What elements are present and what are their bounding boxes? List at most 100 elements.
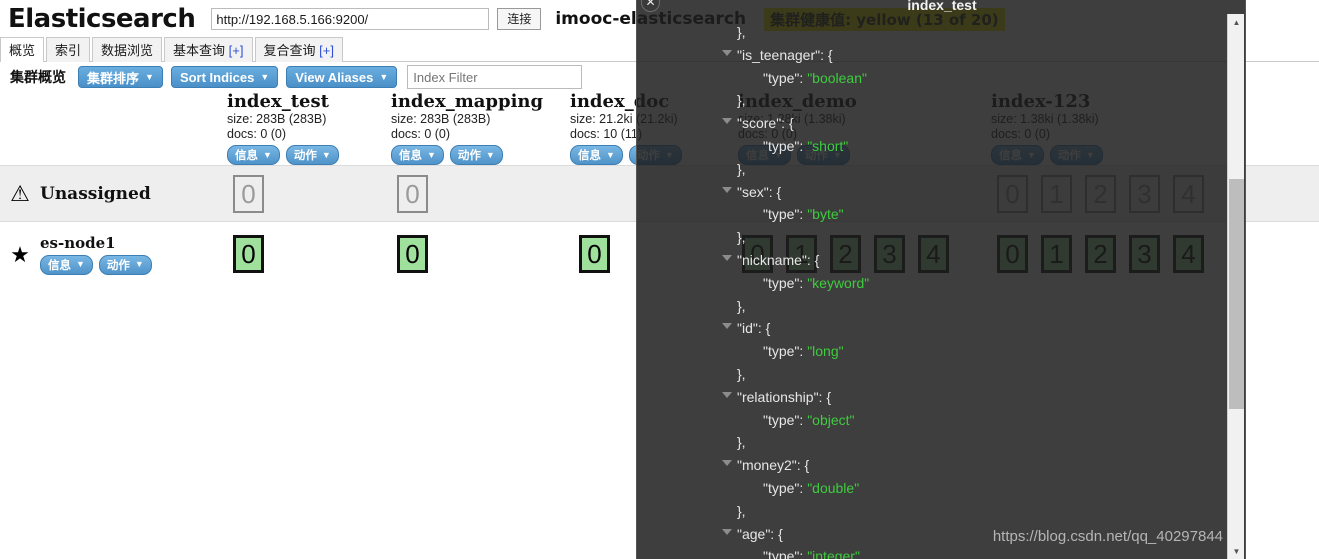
sort-indices-button[interactable]: Sort Indices ▼ [170,66,279,88]
json-token: }, [737,365,746,382]
shard-assigned[interactable]: 0 [233,235,264,273]
tab-0[interactable]: 概览 [0,37,45,62]
tab-label: 索引 [55,43,82,58]
sort-indices-label: Sort Indices [179,69,255,85]
json-line: }, [737,363,1222,386]
json-token: "short" [807,137,849,154]
chevron-down-icon: ▼ [76,259,85,269]
tab-label: 基本查询 [173,43,226,58]
collapse-triangle-icon[interactable] [722,528,732,535]
tab-2[interactable]: 数据浏览 [92,37,163,62]
json-token: }, [737,297,746,314]
json-line: "type": "integer" [737,545,1222,559]
node-action-label: 动作 [106,259,130,272]
node-info-button[interactable]: 信息 ▼ [40,254,93,275]
scroll-down-icon[interactable]: ▼ [1228,543,1245,559]
json-line: "is_teenager": { [722,44,1222,67]
json-token: "double" [807,479,860,496]
index-size: size: 283B (283B) [227,112,327,126]
index-info-button[interactable]: 信息 ▼ [570,145,623,165]
json-line: }, [737,226,1222,249]
index-info-label: 信息 [399,150,422,162]
json-token: "nickname": { [737,251,820,268]
index-name: index_mapping [391,91,544,112]
toolbar-title: 集群概览 [10,70,66,86]
modal-title: index_test [907,0,977,13]
collapse-triangle-icon[interactable] [722,254,732,261]
json-token: }, [737,24,746,40]
elasticsearch-head-page: Elasticsearch 连接 imooc-elasticsearch 集群健… [0,0,1319,559]
json-token: "type": [763,274,808,291]
collapse-triangle-icon[interactable] [722,391,732,398]
json-token: "type": [763,411,808,428]
json-line: }, [737,158,1222,181]
index-info-modal: index_test ✕ }, "is_teenager": {"type": "… [636,0,1246,559]
json-token: "sex": { [737,183,782,200]
json-token: "boolean" [807,69,867,86]
node-name: Unassigned [40,183,151,204]
view-aliases-button[interactable]: View Aliases ▼ [286,66,398,88]
scrollbar-thumb[interactable] [1229,179,1244,409]
shard-unassigned[interactable]: 0 [233,175,264,213]
json-token: "type": [763,343,808,360]
index-size: size: 283B (283B) [391,112,491,126]
tab-expand-icon[interactable]: [+] [225,43,244,58]
cluster-url-input[interactable] [211,8,490,30]
index-info-label: 信息 [578,150,601,162]
sort-cluster-label: 集群排序 [87,70,140,86]
sort-cluster-button[interactable]: 集群排序 ▼ [78,66,163,88]
tab-label: 概览 [9,43,36,58]
json-token: "id": { [737,320,771,337]
json-token: "object" [807,411,855,428]
json-line: "type": "boolean" [737,67,1222,90]
tab-label: 复合查询 [263,43,316,58]
app-title: Elasticsearch [8,4,196,34]
scroll-up-icon[interactable]: ▲ [1228,14,1245,30]
shard-assigned[interactable]: 0 [579,235,610,273]
tab-4[interactable]: 复合查询 [+] [254,37,343,62]
chevron-down-icon: ▼ [263,149,272,160]
index-info-label: 信息 [235,150,258,162]
index-info-button[interactable]: 信息 ▼ [227,145,280,165]
connect-button[interactable]: 连接 [497,8,542,30]
json-token: }, [737,92,746,109]
modal-scrollbar[interactable]: ▲ ▼ [1227,14,1244,559]
json-token: "long" [807,343,844,360]
chevron-down-icon: ▼ [134,259,144,269]
json-token: "type": [763,206,808,223]
view-aliases-label: View Aliases [295,69,374,85]
json-line: }, [737,21,1222,44]
tab-1[interactable]: 索引 [46,37,91,62]
collapse-triangle-icon[interactable] [722,460,732,467]
watermark-text: https://blog.csdn.net/qq_40297844 [992,528,1223,545]
collapse-triangle-icon[interactable] [722,186,732,193]
json-line: "type": "short" [737,135,1222,158]
shard-unassigned[interactable]: 0 [397,175,428,213]
shard-assigned[interactable]: 0 [397,235,428,273]
json-line: "type": "double" [737,477,1222,500]
json-token: "money2": { [737,457,810,474]
collapse-triangle-icon[interactable] [722,49,732,56]
json-token: "type": [763,137,808,154]
collapse-triangle-icon[interactable] [722,323,732,330]
index-action-button[interactable]: 动作 ▼ [449,145,503,165]
tab-expand-icon[interactable]: [+] [316,43,334,58]
chevron-down-icon: ▼ [485,149,495,160]
collapse-triangle-icon[interactable] [722,118,732,125]
json-line: "score": { [722,112,1222,135]
json-token: }, [737,160,746,177]
index-docs: docs: 0 (0) [391,127,451,141]
index-info-button[interactable]: 信息 ▼ [391,145,444,165]
index-action-button[interactable]: 动作 ▼ [285,145,339,165]
node-label: ★ es-node1 信息 ▼ 动作 ▼ [0,222,215,287]
node-action-button[interactable]: 动作 ▼ [98,254,152,275]
index-name: index_test [227,91,329,112]
json-token: "is_teenager": { [737,46,833,63]
chevron-down-icon: ▼ [145,71,154,82]
index-filter-input[interactable] [407,65,583,89]
index-mapping-json: }, "is_teenager": { "type": "boolean"}, "sc… [637,15,1222,559]
node-label: ⚠ Unassigned [0,166,215,221]
json-line: "money2": { [722,454,1222,477]
modal-titlebar: index_test [637,0,1245,16]
tab-3[interactable]: 基本查询 [+] [164,37,253,62]
